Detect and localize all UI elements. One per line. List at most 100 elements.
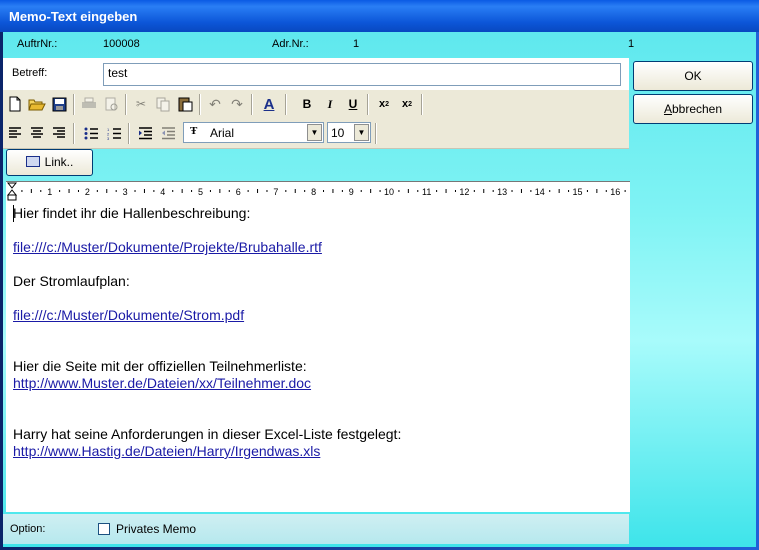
private-memo-checkbox[interactable] xyxy=(98,523,110,535)
first-indent-marker[interactable] xyxy=(6,182,18,189)
ruler-label: 10 xyxy=(384,187,394,197)
underline-icon[interactable]: U xyxy=(343,94,363,114)
print-preview-icon[interactable] xyxy=(101,94,121,114)
font-color-icon[interactable]: A xyxy=(259,94,279,114)
ruler-label: 13 xyxy=(497,187,507,197)
ruler-tick xyxy=(370,189,372,193)
editor-link[interactable]: http://www.Muster.de/Dateien/xx/Teilnehm… xyxy=(13,375,311,391)
truetype-font-icon: Ŧ xyxy=(190,125,198,137)
toolbar-separator xyxy=(73,123,75,144)
ruler-tick xyxy=(219,189,221,193)
ruler-tick xyxy=(68,189,70,193)
font-family-select[interactable]: Ŧ Arial ▼ xyxy=(183,122,324,143)
copy-icon[interactable] xyxy=(153,94,173,114)
ruler-tick xyxy=(134,190,136,192)
editor-line: Der Stromlaufplan: xyxy=(13,273,130,289)
ruler-tick xyxy=(341,190,343,192)
ruler-tick xyxy=(530,190,532,192)
editor-link[interactable]: http://www.Hastig.de/Dateien/Harry/Irgen… xyxy=(13,443,320,459)
ruler-tick xyxy=(285,190,287,192)
superscript-icon[interactable]: x2 xyxy=(397,94,417,114)
ruler-tick xyxy=(586,190,588,192)
open-folder-icon[interactable] xyxy=(27,94,47,114)
redo-icon[interactable]: ↷ xyxy=(227,94,247,114)
subscript-icon[interactable]: x2 xyxy=(374,94,394,114)
paste-icon[interactable] xyxy=(175,94,195,114)
ok-button[interactable]: OK xyxy=(633,61,753,91)
title-bar[interactable]: Memo-Text eingeben xyxy=(0,0,759,32)
ruler-label: 12 xyxy=(459,187,469,197)
ruler-tick xyxy=(257,189,259,193)
ruler-tick xyxy=(379,190,381,192)
ruler-label: 1 xyxy=(47,187,52,197)
ruler-tick xyxy=(445,189,447,193)
toolbar-separator xyxy=(128,123,130,144)
betreff-row: Betreff: test xyxy=(3,58,629,90)
ruler-label: 16 xyxy=(610,187,620,197)
editor-line: Hier die Seite mit der offiziellen Teiln… xyxy=(13,358,307,374)
ruler-tick xyxy=(323,190,325,192)
ruler-tick xyxy=(266,190,268,192)
link-button[interactable]: Link.. xyxy=(6,149,93,176)
ruler-label: 3 xyxy=(123,187,128,197)
font-size-select[interactable]: 10 ▼ xyxy=(327,122,371,143)
align-left-icon[interactable] xyxy=(5,123,25,143)
ruler-label: 8 xyxy=(311,187,316,197)
ruler-tick xyxy=(549,190,551,192)
svg-text:3: 3 xyxy=(107,136,110,140)
ruler-label: 5 xyxy=(198,187,203,197)
ruler-tick xyxy=(454,190,456,192)
ruler-ticks: 1 2 3 4 5 6 7 8 9 10 11 12 13 14 15 16 xyxy=(6,182,626,201)
undo-icon[interactable]: ↶ xyxy=(205,94,225,114)
align-center-icon[interactable] xyxy=(27,123,47,143)
toolbar-main: ✂ ↶ ↷ A B I U x2 x2 xyxy=(3,90,629,120)
ruler-tick xyxy=(40,190,42,192)
ruler-tick xyxy=(624,190,626,192)
cut-icon[interactable]: ✂ xyxy=(131,94,151,114)
left-indent-marker[interactable] xyxy=(7,194,17,201)
outdent-icon[interactable] xyxy=(158,123,178,143)
ruler-tick xyxy=(558,189,560,193)
ruler-label: 4 xyxy=(160,187,165,197)
editor-link[interactable]: file:///c:/Muster/Dokumente/Projekte/Bru… xyxy=(13,239,322,255)
indent-icon[interactable] xyxy=(135,123,155,143)
ruler-tick xyxy=(417,190,419,192)
chevron-down-icon[interactable]: ▼ xyxy=(354,124,369,141)
private-memo-label[interactable]: Privates Memo xyxy=(116,522,196,536)
new-document-icon[interactable] xyxy=(5,94,25,114)
ruler-tick xyxy=(520,189,522,193)
italic-icon[interactable]: I xyxy=(320,94,340,114)
memo-dialog: Memo-Text eingeben AuftrNr.: 100008 Adr.… xyxy=(0,0,759,550)
ruler[interactable]: 1 2 3 4 5 6 7 8 9 10 11 12 13 14 15 16 xyxy=(6,181,630,202)
numbered-list-icon[interactable]: 123 xyxy=(104,123,124,143)
adr-value: 1 xyxy=(353,38,360,50)
cancel-button[interactable]: Abbrechen xyxy=(633,94,753,124)
toolbar-separator xyxy=(251,94,253,115)
hanging-indent-marker[interactable] xyxy=(6,189,18,196)
ruler-tick xyxy=(492,190,494,192)
editor-link[interactable]: file:///c:/Muster/Dokumente/Strom.pdf xyxy=(13,307,244,323)
bullet-list-icon[interactable] xyxy=(81,123,101,143)
toolbar-separator xyxy=(285,94,287,115)
betreff-input[interactable]: test xyxy=(103,63,621,86)
toolbar-format: 123 Ŧ Arial ▼ 10 ▼ xyxy=(3,119,629,149)
chevron-down-icon[interactable]: ▼ xyxy=(307,124,322,141)
save-icon[interactable] xyxy=(49,94,69,114)
ruler-tick xyxy=(473,190,475,192)
print-icon[interactable] xyxy=(79,94,99,114)
ruler-tick xyxy=(332,189,334,193)
toolbar-separator xyxy=(421,94,423,115)
ruler-label: 7 xyxy=(273,187,278,197)
ruler-tick xyxy=(21,190,23,192)
window-title: Memo-Text eingeben xyxy=(9,9,138,24)
memo-editor[interactable]: Hier findet ihr die Hallenbeschreibung: … xyxy=(6,201,630,512)
betreff-label: Betreff: xyxy=(12,67,48,79)
dialog-client: AuftrNr.: 100008 Adr.Nr.: 1 1 Betreff: t… xyxy=(3,32,756,547)
ruler-label: 15 xyxy=(572,187,582,197)
ruler-label: 14 xyxy=(535,187,545,197)
align-right-icon[interactable] xyxy=(49,123,69,143)
bold-icon[interactable]: B xyxy=(297,94,317,114)
ruler-tick xyxy=(605,190,607,192)
ruler-tick xyxy=(172,190,174,192)
cancel-mnemonic: A xyxy=(663,102,672,116)
